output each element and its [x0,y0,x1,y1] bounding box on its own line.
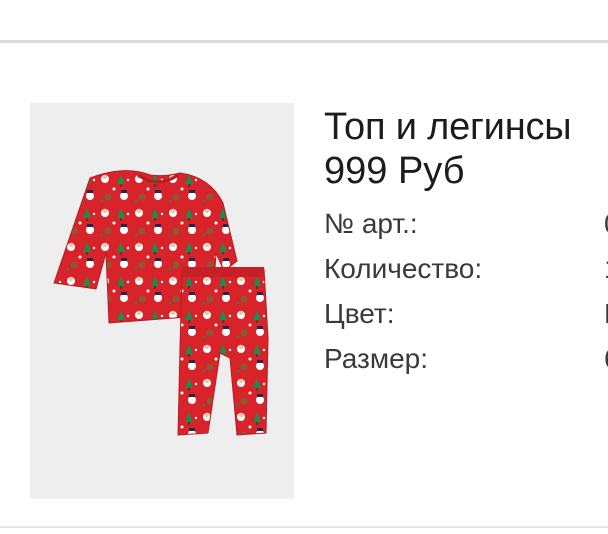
attribute-value: 6 [604,336,608,381]
attribute-value: 1 [604,246,608,291]
attribute-label: Цвет: [324,298,395,329]
attribute-label: № арт.: [324,208,418,239]
product-title: Топ и легинсы [324,106,572,148]
attribute-value: 0 [604,201,608,246]
attribute-value: К [604,291,608,336]
product-info: Топ и легинсы 999 Руб № арт.: 0 Количест… [324,105,608,381]
attribute-row-size: Размер: 6 [324,336,608,381]
garment-illustration [30,103,294,499]
product-card[interactable]: Топ и легинсы 999 Руб № арт.: 0 Количест… [0,43,608,526]
attribute-row-article: № арт.: 0 [324,201,608,246]
product-price: 999 Руб [324,150,465,192]
header-area [0,0,608,40]
attribute-label: Размер: [324,343,429,374]
attribute-row-color: Цвет: К [324,291,608,336]
product-image[interactable] [30,103,294,499]
attribute-row-quantity: Количество: 1 [324,246,608,291]
attribute-label: Количество: [324,253,483,284]
bottom-divider [0,526,608,528]
